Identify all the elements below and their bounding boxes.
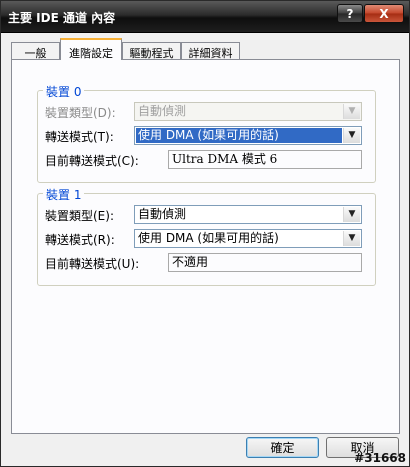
device-0-current-label: 目前轉送模式(C):	[45, 154, 139, 168]
watermark-text: #31668	[354, 451, 406, 465]
ok-button[interactable]: 確定	[246, 437, 319, 458]
device-0-mode-value: 使用 DMA (如果可用的話)	[136, 128, 342, 143]
device-1-group: 裝置 1 裝置類型(E): 自動偵測 ▼ 轉送模式(R): 使用 DMA (如果…	[37, 186, 376, 286]
tab-general[interactable]: 一般	[11, 42, 60, 60]
device-1-type-select[interactable]: 自動偵測 ▼	[134, 205, 362, 224]
tab-advanced-settings[interactable]: 進階設定	[60, 38, 122, 60]
device-1-type-label: 裝置類型(E):	[45, 209, 114, 223]
device-1-mode-value: 使用 DMA (如果可用的話)	[138, 231, 279, 245]
window-title: 主要 IDE 通道 內容	[8, 11, 116, 25]
dialog-body: 一般 進階設定 驅動程式 詳細資料 裝置 0 裝置類型(D): 自動偵測 ▼ 轉…	[1, 33, 409, 466]
tab-details[interactable]: 詳細資料	[181, 42, 240, 60]
device-0-mode-select[interactable]: 使用 DMA (如果可用的話) ▼	[134, 126, 362, 145]
device-1-current-mode-field: 不適用	[168, 253, 362, 272]
device-0-type-select: 自動偵測 ▼	[134, 102, 362, 121]
device-0-current-mode-field: Ultra DMA 模式 6	[168, 150, 362, 169]
device-0-type-label: 裝置類型(D):	[45, 106, 116, 120]
device-0-group: 裝置 0 裝置類型(D): 自動偵測 ▼ 轉送模式(T): 使用 DMA (如果…	[37, 83, 376, 183]
properties-dialog: 主要 IDE 通道 內容 ? X 一般 進階設定 驅動程式 詳細資料 裝置 0 …	[0, 0, 410, 467]
device-1-type-value: 自動偵測	[138, 207, 187, 221]
title-bar[interactable]: 主要 IDE 通道 內容 ? X	[1, 1, 409, 33]
device-1-mode-select[interactable]: 使用 DMA (如果可用的話) ▼	[134, 229, 362, 248]
chevron-down-icon: ▼	[343, 104, 360, 119]
device-1-title: 裝置 1	[43, 186, 85, 203]
device-0-type-value: 自動偵測	[138, 104, 187, 118]
chevron-down-icon[interactable]: ▼	[343, 207, 360, 222]
tab-driver[interactable]: 驅動程式	[122, 42, 181, 60]
help-button[interactable]: ?	[337, 4, 363, 23]
chevron-down-icon[interactable]: ▼	[343, 231, 360, 246]
device-1-current-label: 目前轉送模式(U):	[45, 257, 140, 271]
device-1-mode-label: 轉送模式(R):	[45, 233, 115, 247]
advanced-settings-panel: 裝置 0 裝置類型(D): 自動偵測 ▼ 轉送模式(T): 使用 DMA (如果…	[11, 59, 400, 434]
close-button[interactable]: X	[364, 4, 404, 23]
device-0-title: 裝置 0	[43, 83, 85, 100]
device-0-mode-label: 轉送模式(T):	[45, 130, 114, 144]
chevron-down-icon[interactable]: ▼	[343, 128, 360, 143]
